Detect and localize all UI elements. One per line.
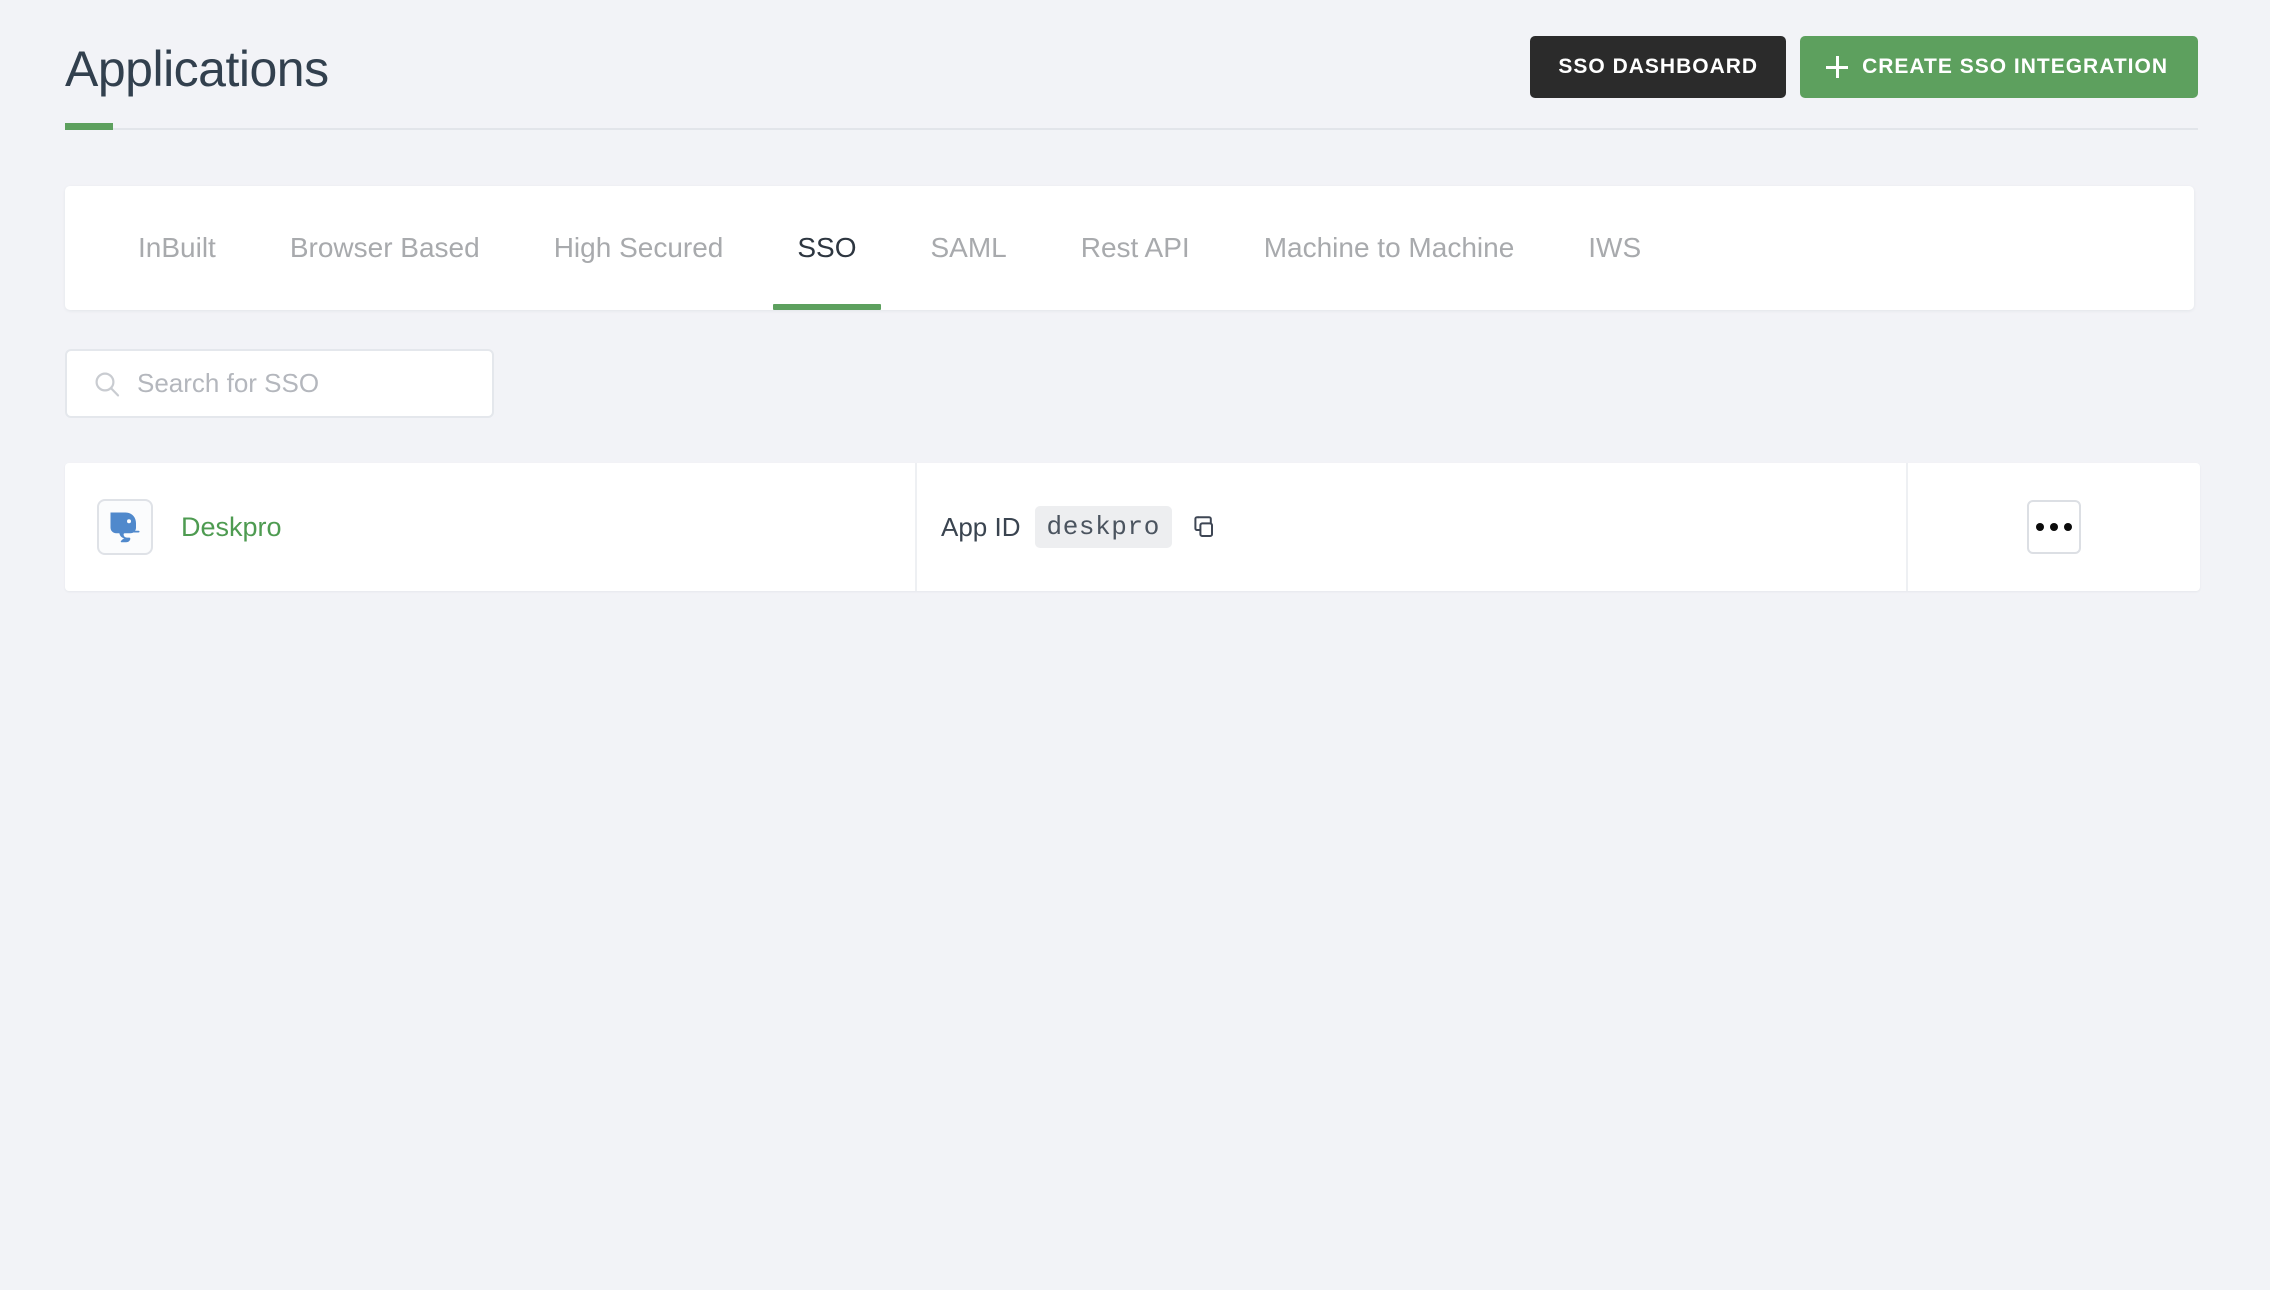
app-name-link[interactable]: Deskpro [181,512,282,543]
sso-dashboard-button[interactable]: SSO DASHBOARD [1530,36,1787,98]
search-icon [95,372,120,396]
tab-iws[interactable]: IWS [1551,186,1678,310]
tab-machine-to-machine[interactable]: Machine to Machine [1227,186,1552,310]
header-actions: SSO DASHBOARD CREATE SSO INTEGRATION [1530,36,2198,98]
kebab-dot [2064,523,2072,531]
copy-appid-button[interactable] [1186,510,1220,544]
row-appid-cell: App ID deskpro [917,463,1908,591]
appid-label: App ID [941,511,1021,542]
tab-browser-based[interactable]: Browser Based [253,186,517,310]
header-divider [65,128,2198,130]
search-input[interactable] [137,363,492,404]
row-more-actions-button[interactable] [2027,500,2081,554]
create-sso-integration-button[interactable]: CREATE SSO INTEGRATION [1800,36,2198,98]
applications-page: Applications SSO DASHBOARD CREATE SSO IN… [0,0,2270,1290]
header-accent-bar [65,123,113,130]
kebab-dot [2036,523,2044,531]
plus-icon [1826,56,1849,78]
create-sso-integration-label: CREATE SSO INTEGRATION [1862,55,2168,78]
table-row: Deskpro App ID deskpro [65,463,2200,591]
appid-value: deskpro [1034,506,1172,548]
row-actions-cell [1908,463,2200,591]
tabs-bar: InBuilt Browser Based High Secured SSO S… [65,186,2194,310]
deskpro-elephant-logo-icon [97,499,153,555]
kebab-dot [2050,523,2058,531]
tab-rest-api[interactable]: Rest API [1044,186,1227,310]
search-box[interactable] [65,349,494,418]
row-app-cell: Deskpro [65,463,917,591]
tab-high-secured[interactable]: High Secured [517,186,761,310]
tab-inbuilt[interactable]: InBuilt [101,186,253,310]
page-header: Applications SSO DASHBOARD CREATE SSO IN… [65,18,2198,130]
tab-sso[interactable]: SSO [760,186,893,310]
tab-saml[interactable]: SAML [894,186,1044,310]
copy-icon [1194,516,1213,537]
page-title: Applications [65,41,329,97]
